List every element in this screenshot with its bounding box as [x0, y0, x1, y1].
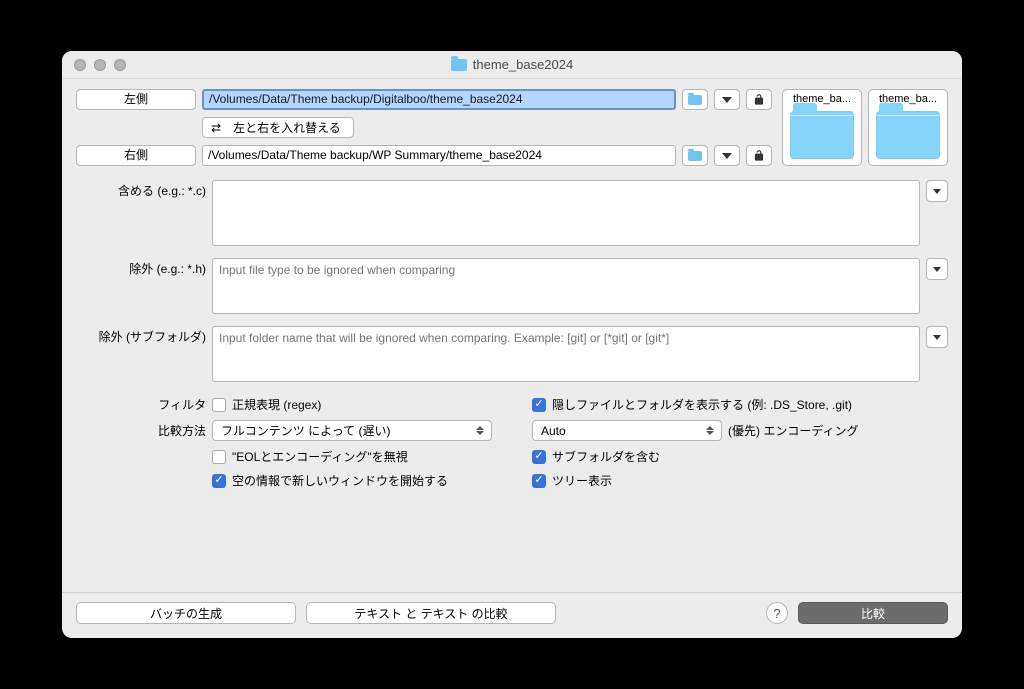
select-stepper-icon	[472, 426, 487, 435]
text-compare-button[interactable]: テキスト と テキスト の比較	[306, 602, 556, 624]
titlebar: theme_base2024	[62, 51, 962, 79]
include-subfolders-checkbox[interactable]	[532, 450, 546, 464]
new-window-checkbox[interactable]	[212, 474, 226, 488]
compare-button[interactable]: 比較	[798, 602, 948, 624]
zoom-window-icon[interactable]	[114, 59, 126, 71]
exclude-subfolder-label: 除外 (サブフォルダ)	[76, 326, 206, 382]
left-history-dropdown[interactable]	[714, 89, 740, 110]
exclude-subfolder-input[interactable]	[212, 326, 920, 382]
unlock-icon	[752, 93, 766, 107]
include-filter-input[interactable]	[212, 180, 920, 246]
compare-method-select[interactable]: フルコンテンツ によって (遅い)	[212, 420, 492, 441]
folder-icon	[790, 111, 854, 159]
folder-icon	[876, 111, 940, 159]
compare-method-label: 比較方法	[76, 422, 206, 439]
right-history-dropdown[interactable]	[714, 145, 740, 166]
exclude-subfolder-dropdown[interactable]	[926, 326, 948, 348]
right-path-input[interactable]: /Volumes/Data/Theme backup/WP Summary/th…	[202, 145, 676, 166]
swap-label: 左と右を入れ替える	[233, 119, 341, 136]
show-hidden-label: 隠しファイルとフォルダを表示する (例: .DS_Store, .git)	[552, 396, 852, 413]
unlock-icon	[752, 149, 766, 163]
folder-icon	[688, 151, 702, 161]
exclude-filter-input[interactable]	[212, 258, 920, 314]
swap-sides-button[interactable]: ⇄ 左と右を入れ替える	[202, 117, 354, 138]
folder-icon	[688, 95, 702, 105]
left-side-button[interactable]: 左側	[76, 89, 196, 110]
close-window-icon[interactable]	[74, 59, 86, 71]
right-browse-button[interactable]	[682, 145, 708, 166]
filter-section-label: フィルタ	[76, 396, 206, 413]
right-folder-preview[interactable]: theme_ba...	[868, 89, 948, 166]
select-stepper-icon	[702, 426, 717, 435]
swap-icon: ⇄	[211, 121, 219, 135]
minimize-window-icon[interactable]	[94, 59, 106, 71]
ignore-eol-checkbox[interactable]	[212, 450, 226, 464]
exclude-filter-dropdown[interactable]	[926, 258, 948, 280]
comparison-dialog: theme_base2024 左側 /Volumes/Data/Theme ba…	[62, 51, 962, 638]
help-button[interactable]: ?	[766, 602, 788, 624]
right-lock-button[interactable]	[746, 145, 772, 166]
regex-checkbox[interactable]	[212, 398, 226, 412]
encoding-value: Auto	[541, 424, 566, 438]
window-controls	[62, 59, 126, 71]
left-path-input[interactable]: /Volumes/Data/Theme backup/Digitalboo/th…	[202, 89, 676, 110]
left-browse-button[interactable]	[682, 89, 708, 110]
generate-batch-button[interactable]: バッチの生成	[76, 602, 296, 624]
include-subfolders-label: サブフォルダを含む	[552, 448, 660, 465]
tree-view-checkbox[interactable]	[532, 474, 546, 488]
tree-view-label: ツリー表示	[552, 472, 612, 489]
window-title: theme_base2024	[473, 57, 573, 72]
encoding-suffix-label: (優先) エンコーディング	[728, 422, 859, 439]
regex-label: 正規表現 (regex)	[232, 396, 321, 413]
show-hidden-checkbox[interactable]	[532, 398, 546, 412]
right-side-button[interactable]: 右側	[76, 145, 196, 166]
exclude-filter-label: 除外 (e.g.: *.h)	[76, 258, 206, 314]
include-filter-label: 含める (e.g.: *.c)	[76, 180, 206, 246]
folder-icon	[451, 59, 467, 71]
ignore-eol-label: "EOLとエンコーディング"を無視	[232, 448, 408, 465]
encoding-select[interactable]: Auto	[532, 420, 722, 441]
include-filter-dropdown[interactable]	[926, 180, 948, 202]
compare-method-value: フルコンテンツ によって (遅い)	[221, 422, 390, 439]
left-lock-button[interactable]	[746, 89, 772, 110]
new-window-label: 空の情報で新しいウィンドウを開始する	[232, 472, 448, 489]
left-folder-preview[interactable]: theme_ba...	[782, 89, 862, 166]
